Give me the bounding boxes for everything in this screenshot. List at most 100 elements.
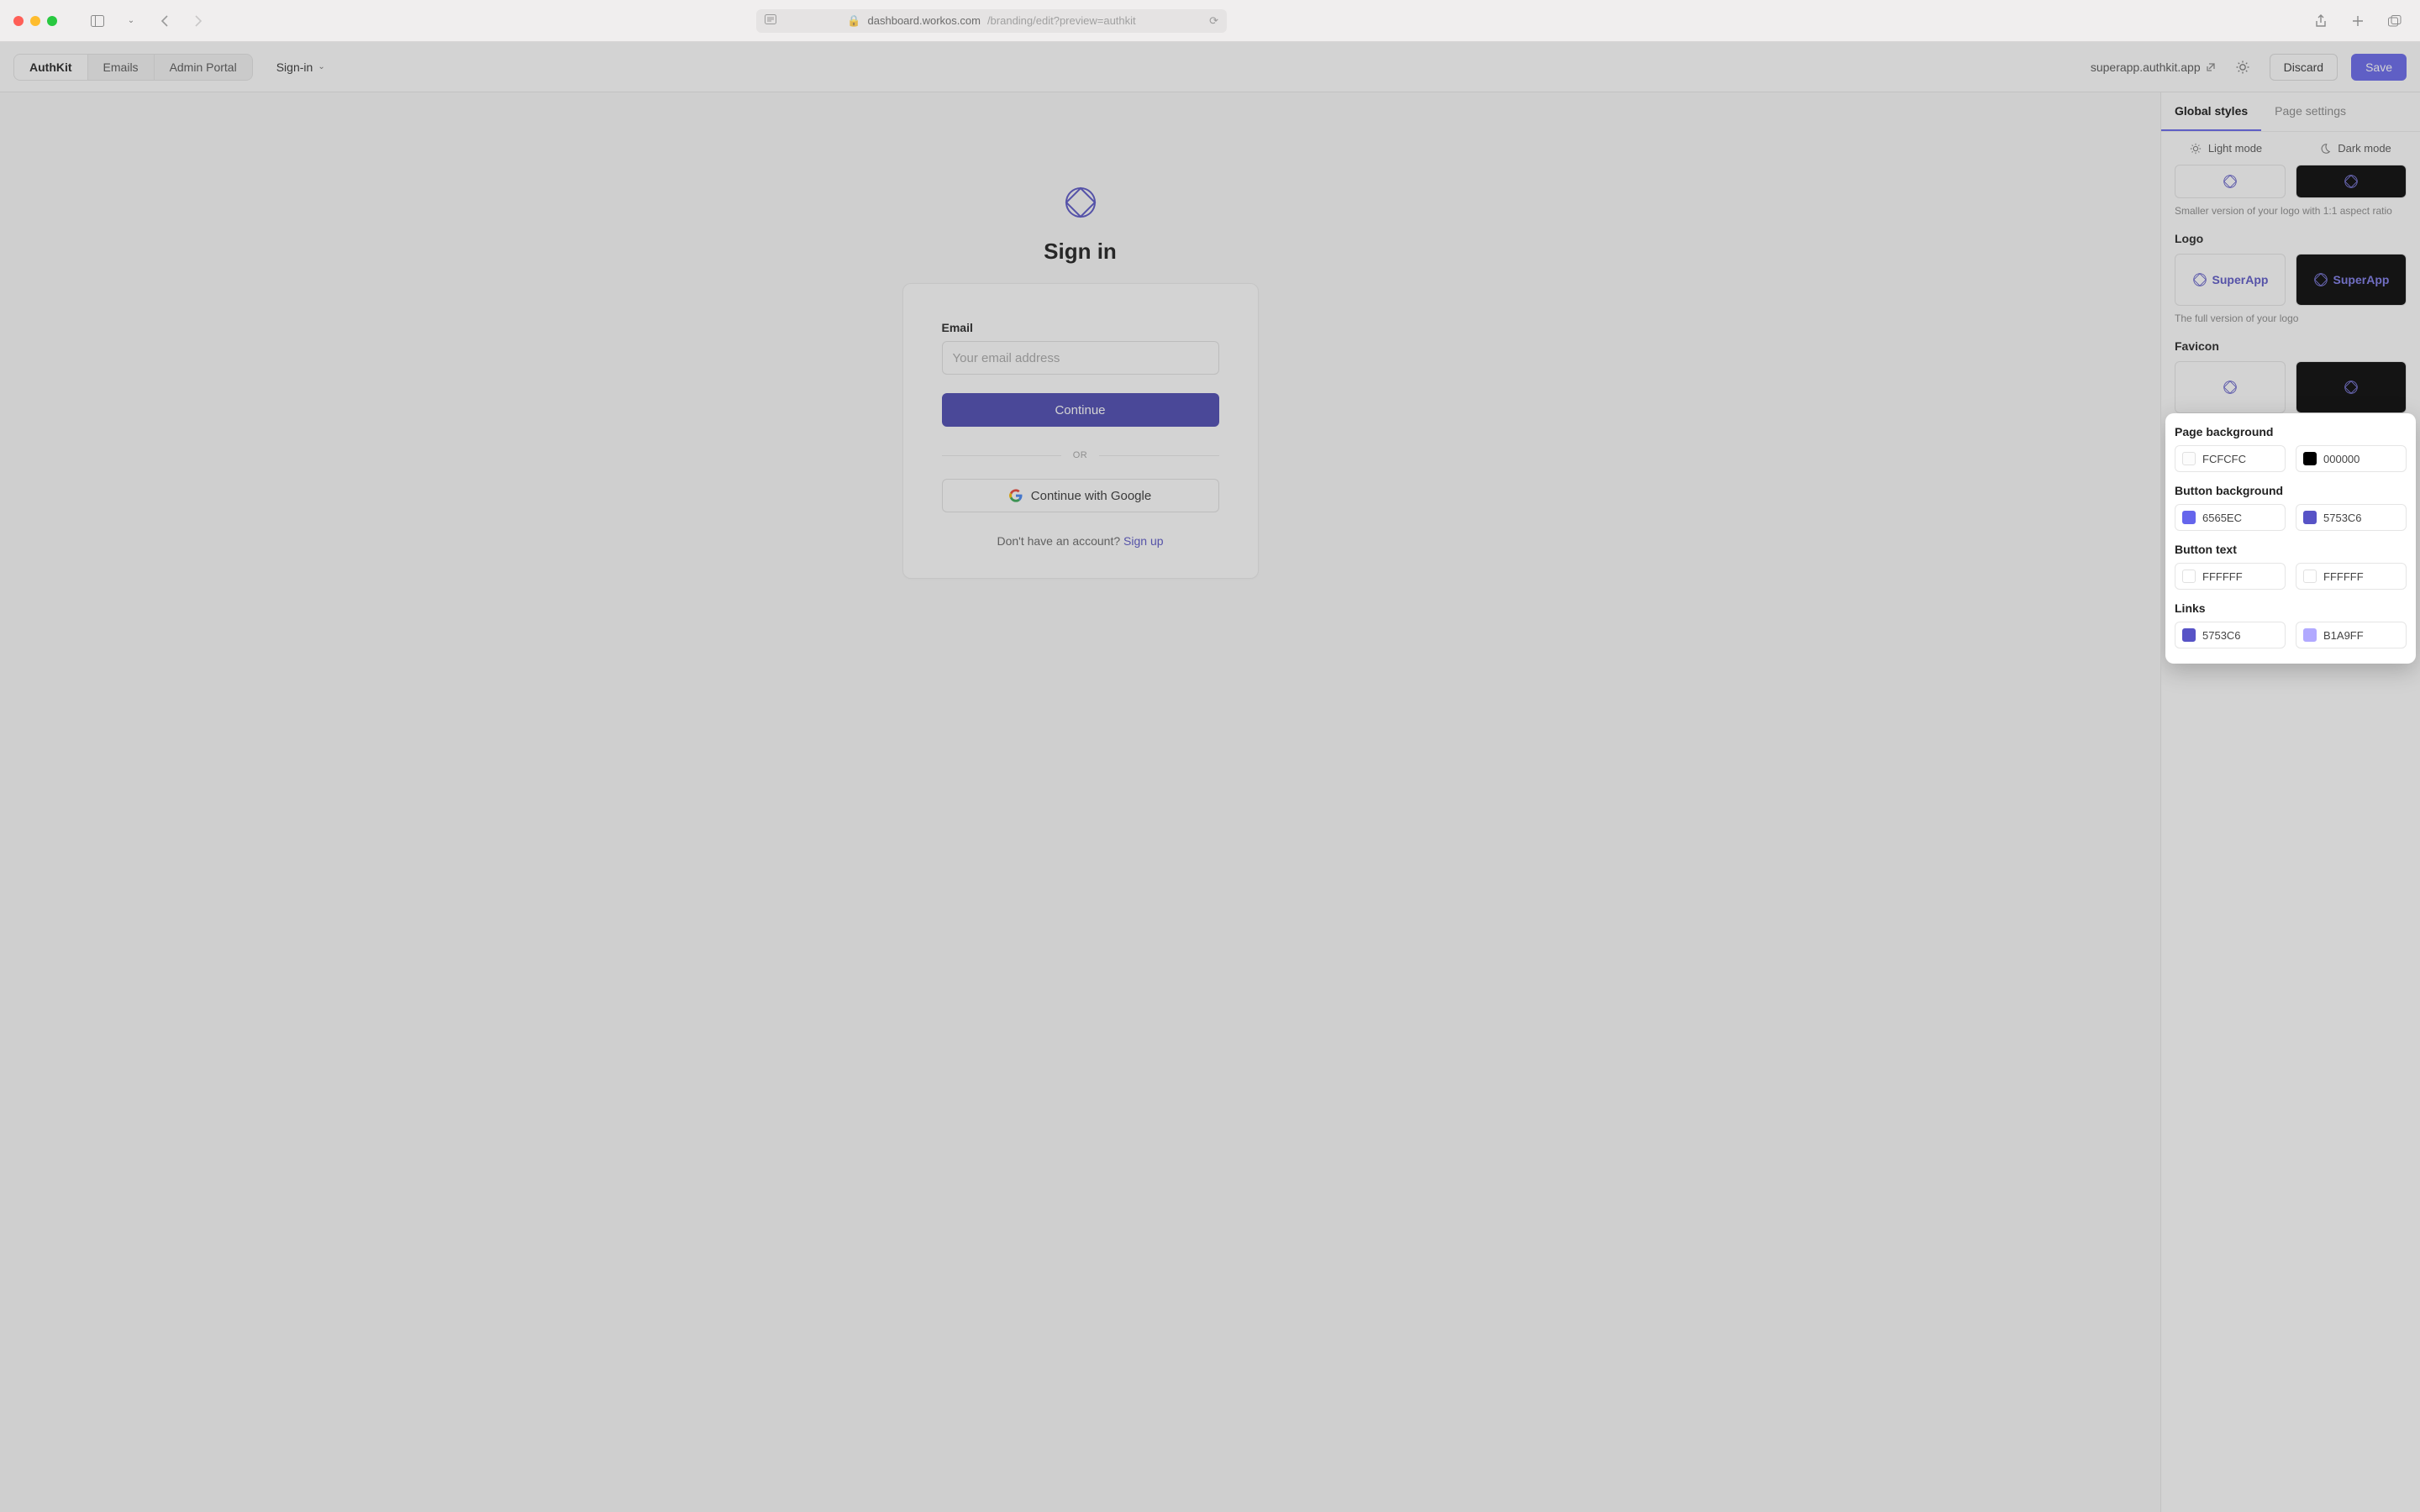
tab-emails[interactable]: Emails	[88, 55, 155, 80]
logo-dark[interactable]: SuperApp	[2296, 254, 2407, 306]
brand-logomark-icon	[2192, 272, 2207, 287]
app-header: AuthKit Emails Admin Portal Sign-in ⌄ su…	[0, 42, 2420, 92]
sun-icon	[2236, 60, 2249, 74]
sidebar-toggle-icon[interactable]	[86, 9, 109, 33]
google-icon	[1009, 489, 1023, 502]
window-controls	[13, 16, 57, 26]
light-mode-column[interactable]: Light mode	[2161, 132, 2291, 165]
tab-page-settings[interactable]: Page settings	[2261, 92, 2360, 131]
back-button[interactable]	[153, 9, 176, 33]
color-chip	[2182, 452, 2196, 465]
button-bg-label: Button background	[2175, 484, 2407, 497]
color-chip	[2303, 570, 2317, 583]
color-value: 6565EC	[2202, 512, 2242, 524]
logo-light[interactable]: SuperApp	[2175, 254, 2286, 306]
address-bar[interactable]: 🔒 dashboard.workos.com/branding/edit?pre…	[756, 9, 1227, 33]
page-select[interactable]: Sign-in ⌄	[266, 55, 335, 79]
links-label: Links	[2175, 601, 2407, 615]
close-window[interactable]	[13, 16, 24, 26]
page-select-label: Sign-in	[276, 60, 313, 74]
logomark-light[interactable]	[2175, 165, 2286, 198]
links-light-input[interactable]: 5753C6	[2175, 622, 2286, 648]
color-value: FFFFFF	[2323, 570, 2364, 583]
button-bg-dark-input[interactable]: 5753C6	[2296, 504, 2407, 531]
sun-icon	[2190, 143, 2202, 155]
signin-title: Sign in	[1044, 239, 1117, 265]
email-field[interactable]	[942, 341, 1219, 375]
tab-global-styles[interactable]: Global styles	[2161, 92, 2261, 131]
preview-canvas: Sign in Email Continue OR Continue with …	[0, 92, 2160, 1512]
color-chip	[2303, 511, 2317, 524]
logo-help: The full version of your logo	[2175, 312, 2407, 324]
or-text: OR	[1073, 450, 1088, 460]
share-icon[interactable]	[2309, 9, 2333, 33]
favicon-dark[interactable]	[2296, 361, 2407, 413]
color-value: 5753C6	[2323, 512, 2362, 524]
dark-mode-column[interactable]: Dark mode	[2291, 132, 2420, 165]
google-button-label: Continue with Google	[1031, 489, 1151, 503]
favicon-section-label: Favicon	[2175, 339, 2407, 353]
panel-tabs: Global styles Page settings	[2161, 92, 2420, 132]
discard-button[interactable]: Discard	[2270, 54, 2338, 81]
button-text-label: Button text	[2175, 543, 2407, 556]
forward-button[interactable]	[187, 9, 210, 33]
color-value: 000000	[2323, 453, 2360, 465]
color-value: FCFCFC	[2202, 453, 2246, 465]
logomark-dark[interactable]	[2296, 165, 2407, 198]
favicon-light[interactable]	[2175, 361, 2286, 413]
brand-logomark	[1063, 185, 1098, 220]
logo-dark-text: SuperApp	[2333, 273, 2390, 286]
color-chip	[2303, 628, 2317, 642]
external-link-icon	[2206, 62, 2216, 72]
settings-panel: Global styles Page settings Light mode D…	[2160, 92, 2420, 1512]
color-chip	[2182, 570, 2196, 583]
lock-icon: 🔒	[847, 14, 860, 28]
color-chip	[2303, 452, 2317, 465]
colors-section: Page background FCFCFC 000000 Button bac…	[2165, 413, 2416, 664]
continue-button[interactable]: Continue	[942, 393, 1219, 427]
preview-domain-text: superapp.authkit.app	[2091, 60, 2201, 74]
dark-mode-label: Dark mode	[2338, 142, 2391, 155]
url-path: /branding/edit?preview=authkit	[987, 14, 1136, 27]
page-bg-dark-input[interactable]: 000000	[2296, 445, 2407, 472]
logomark-help: Smaller version of your logo with 1:1 as…	[2175, 205, 2407, 217]
color-chip	[2182, 628, 2196, 642]
brand-logomark-icon	[2313, 272, 2328, 287]
brand-logomark-icon	[2344, 174, 2359, 189]
page-bg-light-input[interactable]: FCFCFC	[2175, 445, 2286, 472]
signin-card: Email Continue OR Continue with Google D…	[902, 283, 1259, 579]
new-tab-icon[interactable]	[2346, 9, 2370, 33]
minimize-window[interactable]	[30, 16, 40, 26]
logo-section-label: Logo	[2175, 232, 2407, 245]
moon-icon	[2319, 143, 2331, 155]
button-bg-light-input[interactable]: 6565EC	[2175, 504, 2286, 531]
url-host: dashboard.workos.com	[868, 14, 981, 27]
button-text-light-input[interactable]: FFFFFF	[2175, 563, 2286, 590]
button-text-dark-input[interactable]: FFFFFF	[2296, 563, 2407, 590]
page-bg-label: Page background	[2175, 425, 2407, 438]
tabs-overview-icon[interactable]	[2383, 9, 2407, 33]
light-mode-label: Light mode	[2208, 142, 2262, 155]
color-value: B1A9FF	[2323, 629, 2364, 642]
email-label: Email	[942, 321, 1219, 334]
color-chip	[2182, 511, 2196, 524]
signup-prompt-text: Don't have an account?	[997, 534, 1123, 548]
section-switcher: AuthKit Emails Admin Portal	[13, 54, 253, 81]
brand-logomark-icon	[2344, 380, 2359, 395]
signup-link[interactable]: Sign up	[1123, 534, 1163, 548]
tab-admin-portal[interactable]: Admin Portal	[155, 55, 252, 80]
toolbar-dropdown-icon[interactable]: ⌄	[119, 9, 143, 33]
save-button[interactable]: Save	[2351, 54, 2407, 81]
tab-authkit[interactable]: AuthKit	[14, 55, 88, 80]
or-divider: OR	[942, 450, 1219, 460]
reload-icon[interactable]: ⟳	[1209, 14, 1218, 28]
brand-logomark-icon	[2223, 380, 2238, 395]
links-dark-input[interactable]: B1A9FF	[2296, 622, 2407, 648]
reader-icon[interactable]	[765, 14, 776, 27]
browser-toolbar: ⌄ 🔒 dashboard.workos.com/branding/edit?p…	[0, 0, 2420, 42]
maximize-window[interactable]	[47, 16, 57, 26]
theme-toggle[interactable]	[2229, 54, 2256, 81]
mode-row: Light mode Dark mode	[2161, 132, 2420, 165]
preview-domain-link[interactable]: superapp.authkit.app	[2091, 60, 2216, 74]
continue-with-google-button[interactable]: Continue with Google	[942, 479, 1219, 512]
